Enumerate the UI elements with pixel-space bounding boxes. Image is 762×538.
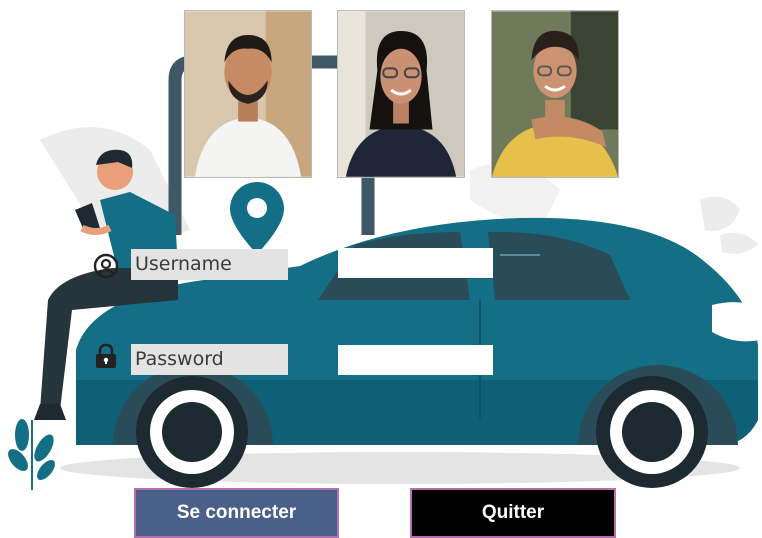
password-input[interactable] bbox=[338, 345, 493, 375]
lock-icon bbox=[96, 343, 116, 368]
plant-illustration bbox=[8, 419, 55, 490]
map-pin-icon bbox=[230, 182, 284, 254]
team-photo-1 bbox=[184, 10, 312, 178]
front-wheel bbox=[136, 376, 248, 488]
team-photo-2 bbox=[337, 10, 465, 178]
password-label: Password bbox=[131, 344, 288, 375]
quit-button[interactable]: Quitter bbox=[410, 488, 616, 538]
connect-button[interactable]: Se connecter bbox=[134, 488, 339, 538]
user-circle-icon bbox=[93, 253, 119, 279]
username-input[interactable] bbox=[338, 248, 493, 278]
team-photo-3 bbox=[491, 10, 619, 178]
username-label: Username bbox=[131, 249, 288, 280]
quit-button-label: Quitter bbox=[481, 502, 545, 523]
rear-wheel bbox=[596, 376, 708, 488]
connect-button-label: Se connecter bbox=[176, 502, 297, 523]
